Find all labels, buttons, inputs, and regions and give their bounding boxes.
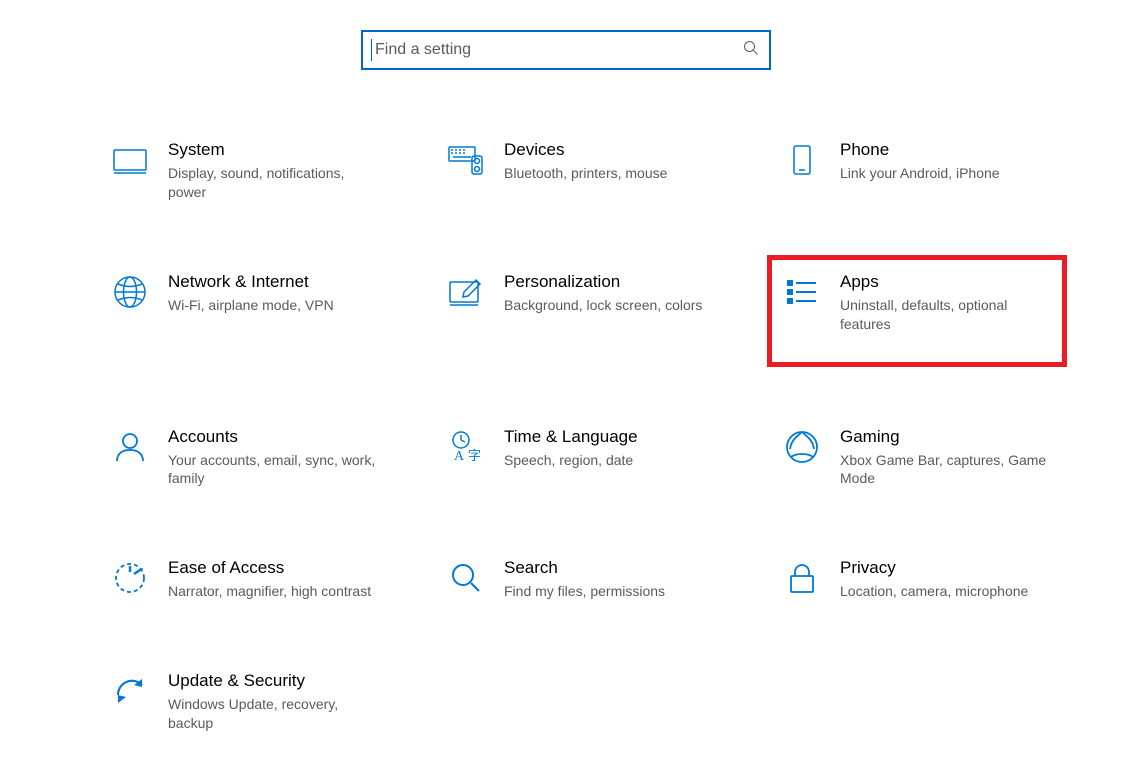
ease-of-access-icon <box>110 558 150 598</box>
card-subtitle: Windows Update, recovery, backup <box>168 695 378 733</box>
update-icon <box>110 671 150 711</box>
settings-card-update-security[interactable]: Update & Security Windows Update, recove… <box>100 661 400 743</box>
card-subtitle: Bluetooth, printers, mouse <box>504 164 667 183</box>
globe-icon <box>110 272 150 312</box>
card-title: Gaming <box>840 427 1050 447</box>
card-subtitle: Uninstall, defaults, optional features <box>840 296 1050 334</box>
settings-card-phone[interactable]: Phone Link your Android, iPhone <box>772 130 1072 212</box>
gaming-icon <box>782 427 822 467</box>
card-title: Devices <box>504 140 667 160</box>
card-title: Update & Security <box>168 671 378 691</box>
settings-card-network[interactable]: Network & Internet Wi-Fi, airplane mode,… <box>100 262 400 367</box>
card-subtitle: Narrator, magnifier, high contrast <box>168 582 371 601</box>
settings-card-time-language[interactable]: A 字 Time & Language Speech, region, date <box>436 417 736 499</box>
card-title: Accounts <box>168 427 378 447</box>
lock-icon <box>782 558 822 598</box>
search-container <box>0 0 1132 130</box>
card-subtitle: Xbox Game Bar, captures, Game Mode <box>840 451 1050 489</box>
settings-card-privacy[interactable]: Privacy Location, camera, microphone <box>772 548 1072 611</box>
settings-card-gaming[interactable]: Gaming Xbox Game Bar, captures, Game Mod… <box>772 417 1072 499</box>
text-caret <box>371 39 372 61</box>
phone-icon <box>782 140 822 180</box>
settings-card-devices[interactable]: Devices Bluetooth, printers, mouse <box>436 130 736 212</box>
card-subtitle: Wi-Fi, airplane mode, VPN <box>168 296 334 315</box>
card-title: Network & Internet <box>168 272 334 292</box>
card-subtitle: Your accounts, email, sync, work, family <box>168 451 378 489</box>
apps-icon <box>782 272 822 312</box>
card-title: System <box>168 140 378 160</box>
settings-card-apps[interactable]: Apps Uninstall, defaults, optional featu… <box>767 255 1067 367</box>
card-subtitle: Find my files, permissions <box>504 582 665 601</box>
devices-icon <box>446 140 486 180</box>
card-subtitle: Link your Android, iPhone <box>840 164 1000 183</box>
svg-text:A: A <box>454 449 465 464</box>
card-title: Search <box>504 558 665 578</box>
card-title: Privacy <box>840 558 1028 578</box>
personalization-icon <box>446 272 486 312</box>
search-box[interactable] <box>361 30 771 70</box>
settings-card-search[interactable]: Search Find my files, permissions <box>436 548 736 611</box>
settings-grid: System Display, sound, notifications, po… <box>0 130 1132 743</box>
card-subtitle: Background, lock screen, colors <box>504 296 702 315</box>
search-icon <box>743 40 759 61</box>
search-category-icon <box>446 558 486 598</box>
card-subtitle: Speech, region, date <box>504 451 638 470</box>
svg-text:字: 字 <box>468 448 481 463</box>
card-subtitle: Location, camera, microphone <box>840 582 1028 601</box>
settings-card-accounts[interactable]: Accounts Your accounts, email, sync, wor… <box>100 417 400 499</box>
card-title: Time & Language <box>504 427 638 447</box>
settings-card-ease-of-access[interactable]: Ease of Access Narrator, magnifier, high… <box>100 548 400 611</box>
card-subtitle: Display, sound, notifications, power <box>168 164 378 202</box>
card-title: Ease of Access <box>168 558 371 578</box>
card-title: Apps <box>840 272 1050 292</box>
system-icon <box>110 140 150 180</box>
accounts-icon <box>110 427 150 467</box>
search-input[interactable] <box>373 40 743 60</box>
settings-card-personalization[interactable]: Personalization Background, lock screen,… <box>436 262 736 367</box>
time-language-icon: A 字 <box>446 427 486 467</box>
card-title: Personalization <box>504 272 702 292</box>
card-title: Phone <box>840 140 1000 160</box>
settings-card-system[interactable]: System Display, sound, notifications, po… <box>100 130 400 212</box>
